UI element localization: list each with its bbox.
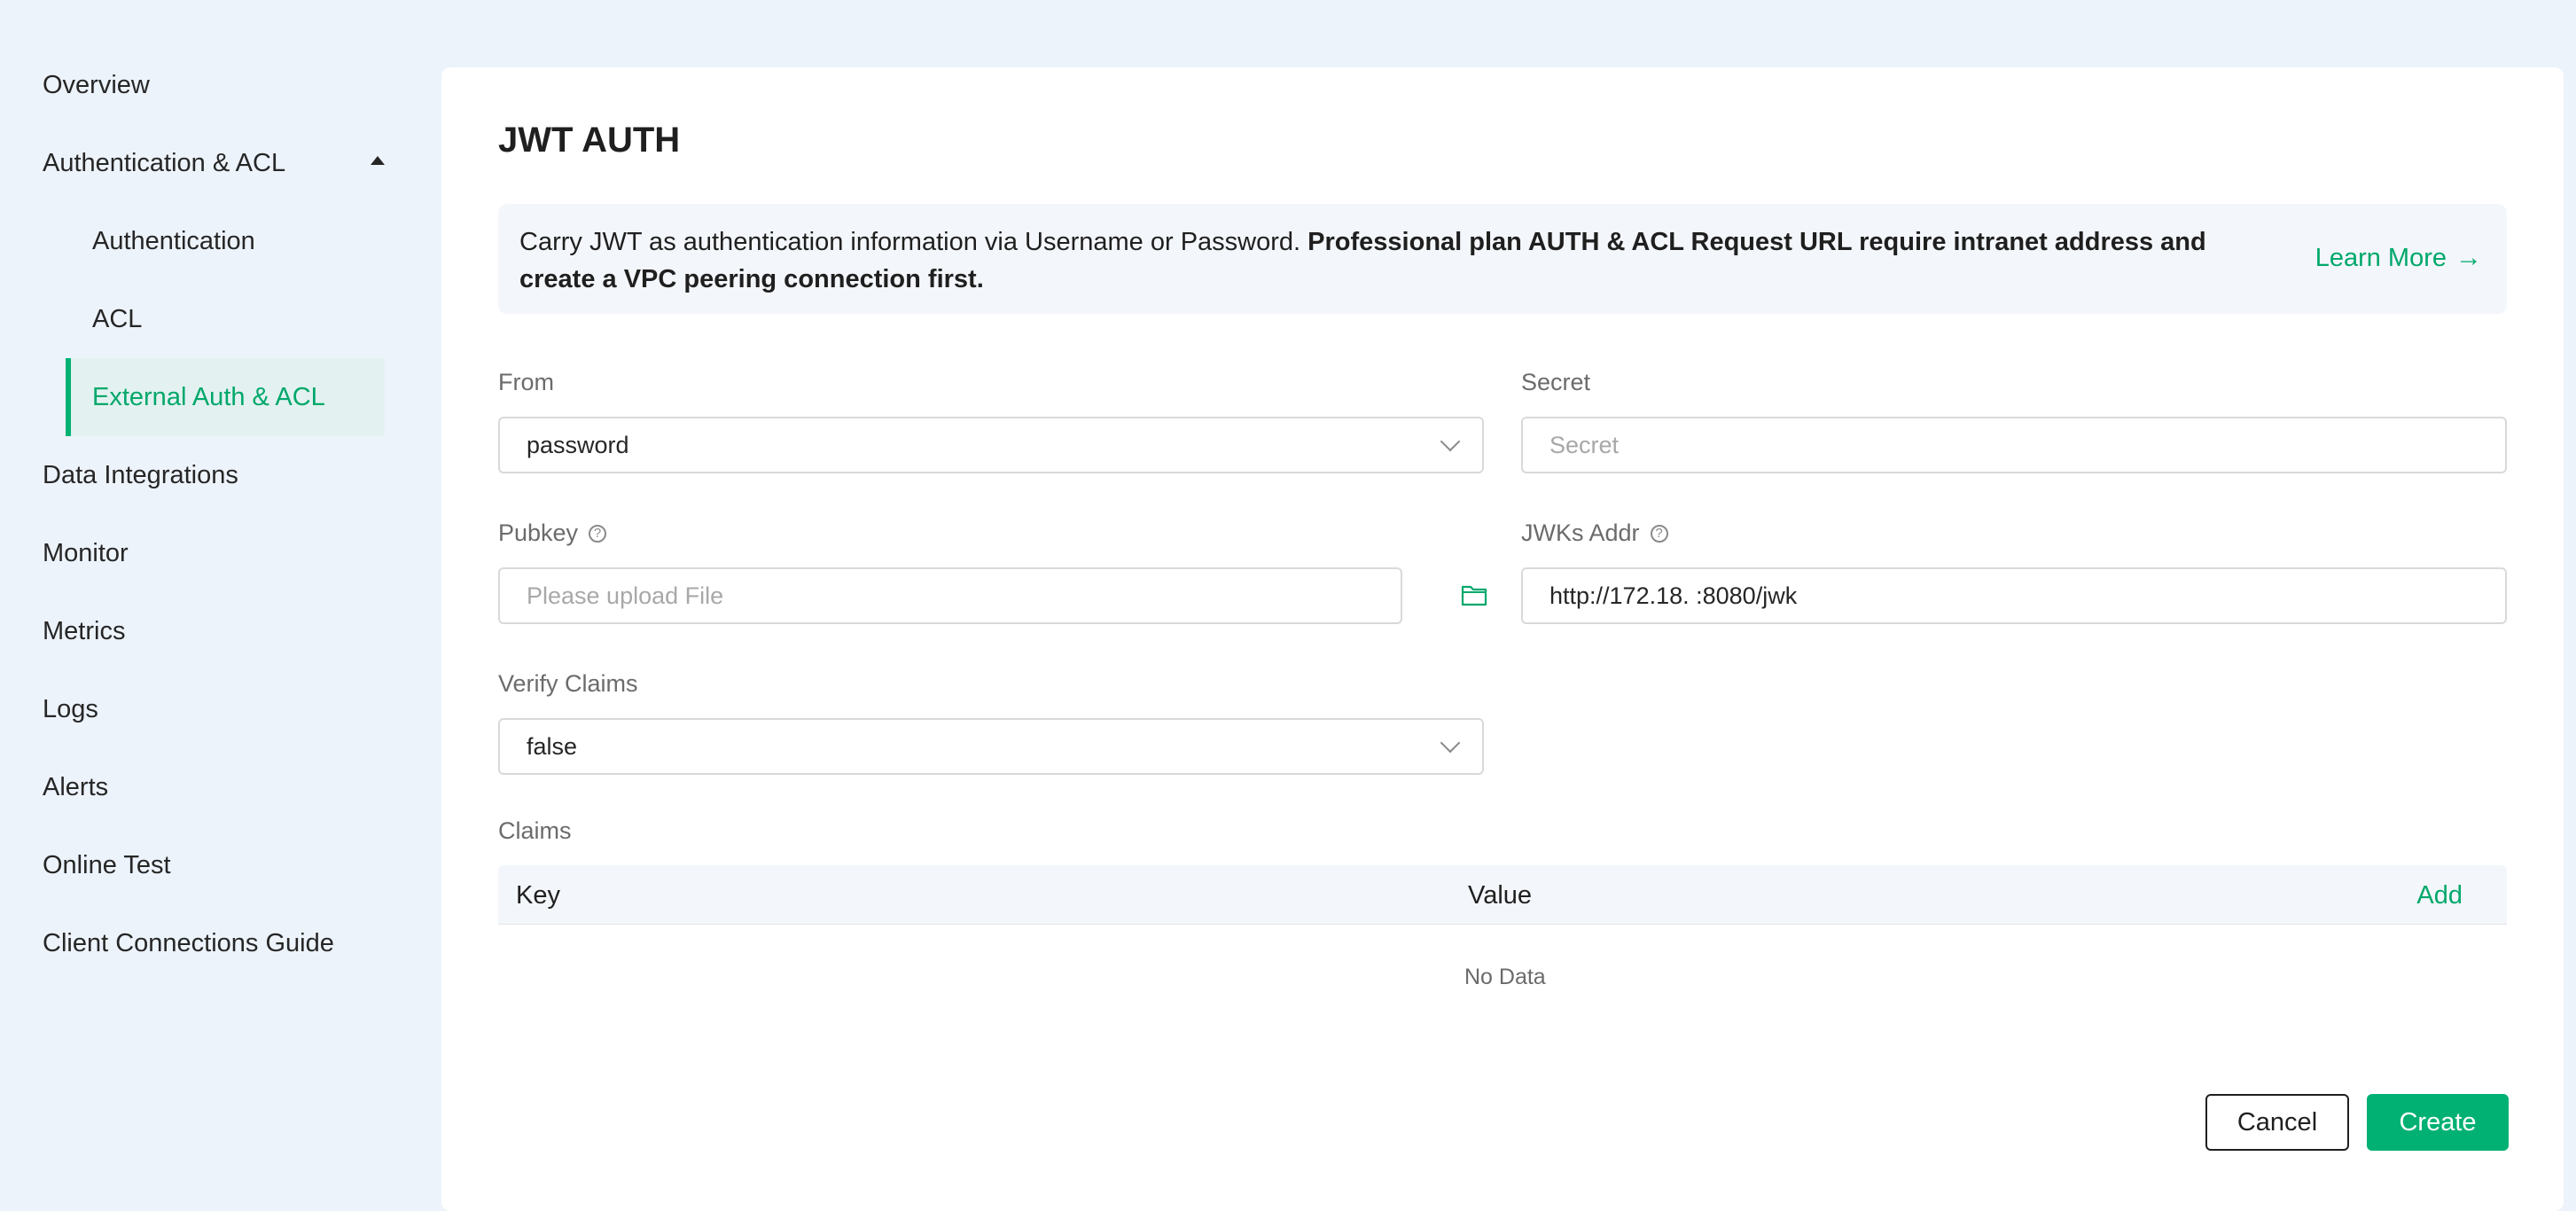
- sidebar-item-label: Metrics: [43, 616, 126, 645]
- jwks-addr-value: http://172.18. :8080/jwk: [1550, 582, 1798, 609]
- help-icon[interactable]: ?: [1650, 524, 1668, 543]
- verify-claims-select[interactable]: false: [498, 718, 1484, 775]
- banner-text: Carry JWT as authentication information …: [519, 223, 2239, 298]
- chevron-down-icon: [1440, 732, 1461, 754]
- from-select[interactable]: password: [498, 417, 1484, 473]
- sidebar-item-online-test[interactable]: Online Test: [43, 839, 171, 892]
- from-select-value: password: [527, 431, 629, 458]
- secret-input[interactable]: [1550, 418, 2505, 472]
- sidebar-item-overview[interactable]: Overview: [43, 59, 150, 112]
- column-key: Key: [516, 881, 560, 910]
- sidebar-item-external-auth-acl[interactable]: External Auth & ACL: [66, 358, 385, 436]
- pubkey-label-text: Pubkey: [498, 520, 579, 546]
- sidebar-item-client-connections-guide[interactable]: Client Connections Guide: [43, 917, 334, 970]
- sidebar-item-metrics[interactable]: Metrics: [43, 605, 125, 658]
- sidebar: Overview Authentication & ACL Authentica…: [0, 0, 417, 1202]
- jwks-addr-label-text: JWKs Addr: [1521, 520, 1640, 546]
- arrow-right-icon: →: [2455, 243, 2482, 272]
- sidebar-item-label: External Auth & ACL: [92, 382, 325, 411]
- sidebar-item-acl[interactable]: ACL: [66, 280, 385, 358]
- folder-icon[interactable]: [1461, 583, 1487, 606]
- sidebar-item-label: Monitor: [43, 538, 129, 567]
- info-banner: Carry JWT as authentication information …: [498, 204, 2507, 314]
- verify-claims-value: false: [527, 732, 578, 760]
- create-button[interactable]: Create: [2367, 1094, 2509, 1151]
- chevron-down-icon: [1440, 431, 1461, 452]
- cancel-button[interactable]: Cancel: [2205, 1094, 2349, 1151]
- pubkey-field[interactable]: [498, 567, 1402, 624]
- claims-table-header: Key Value Add: [498, 865, 2507, 925]
- page-title: JWT AUTH: [498, 121, 681, 160]
- secret-field[interactable]: [1521, 417, 2507, 473]
- banner-text-plain: Carry JWT as authentication information …: [519, 228, 1308, 256]
- sidebar-item-authentication[interactable]: Authentication: [66, 202, 385, 280]
- sidebar-item-logs[interactable]: Logs: [43, 683, 98, 736]
- pubkey-label: Pubkey ?: [498, 520, 607, 547]
- sidebar-item-label: Online Test: [43, 850, 171, 879]
- sidebar-item-label: ACL: [92, 304, 143, 333]
- pubkey-input[interactable]: [527, 569, 1401, 622]
- sidebar-item-label: Overview: [43, 70, 150, 99]
- sidebar-item-label: Authentication: [92, 226, 255, 255]
- sidebar-item-label: Alerts: [43, 772, 109, 801]
- sidebar-item-label: Authentication & ACL: [43, 148, 286, 177]
- jwks-addr-label: JWKs Addr ?: [1521, 520, 1668, 547]
- column-value: Value: [1468, 881, 1533, 910]
- claims-label: Claims: [498, 817, 572, 844]
- from-label: From: [498, 369, 554, 395]
- caret-up-icon[interactable]: [371, 156, 385, 165]
- main-card: JWT AUTH Carry JWT as authentication inf…: [441, 67, 2564, 1211]
- jwks-addr-field[interactable]: http://172.18. :8080/jwk: [1521, 567, 2507, 624]
- add-claim-button[interactable]: Add: [2416, 881, 2463, 910]
- empty-state-text: No Data: [1464, 965, 1546, 989]
- help-icon[interactable]: ?: [589, 524, 607, 543]
- sidebar-item-label: Logs: [43, 694, 98, 723]
- secret-label: Secret: [1521, 369, 1591, 395]
- learn-more-label: Learn More: [2314, 243, 2447, 272]
- sidebar-item-data-integrations[interactable]: Data Integrations: [43, 449, 238, 502]
- learn-more-link[interactable]: Learn More →: [2315, 243, 2482, 273]
- sidebar-item-alerts[interactable]: Alerts: [43, 761, 108, 814]
- verify-claims-label: Verify Claims: [498, 670, 638, 697]
- sidebar-item-label: Data Integrations: [43, 460, 238, 489]
- sidebar-item-label: Client Connections Guide: [43, 928, 334, 957]
- sidebar-item-monitor[interactable]: Monitor: [43, 527, 129, 580]
- sidebar-item-authentication-acl[interactable]: Authentication & ACL: [43, 137, 285, 190]
